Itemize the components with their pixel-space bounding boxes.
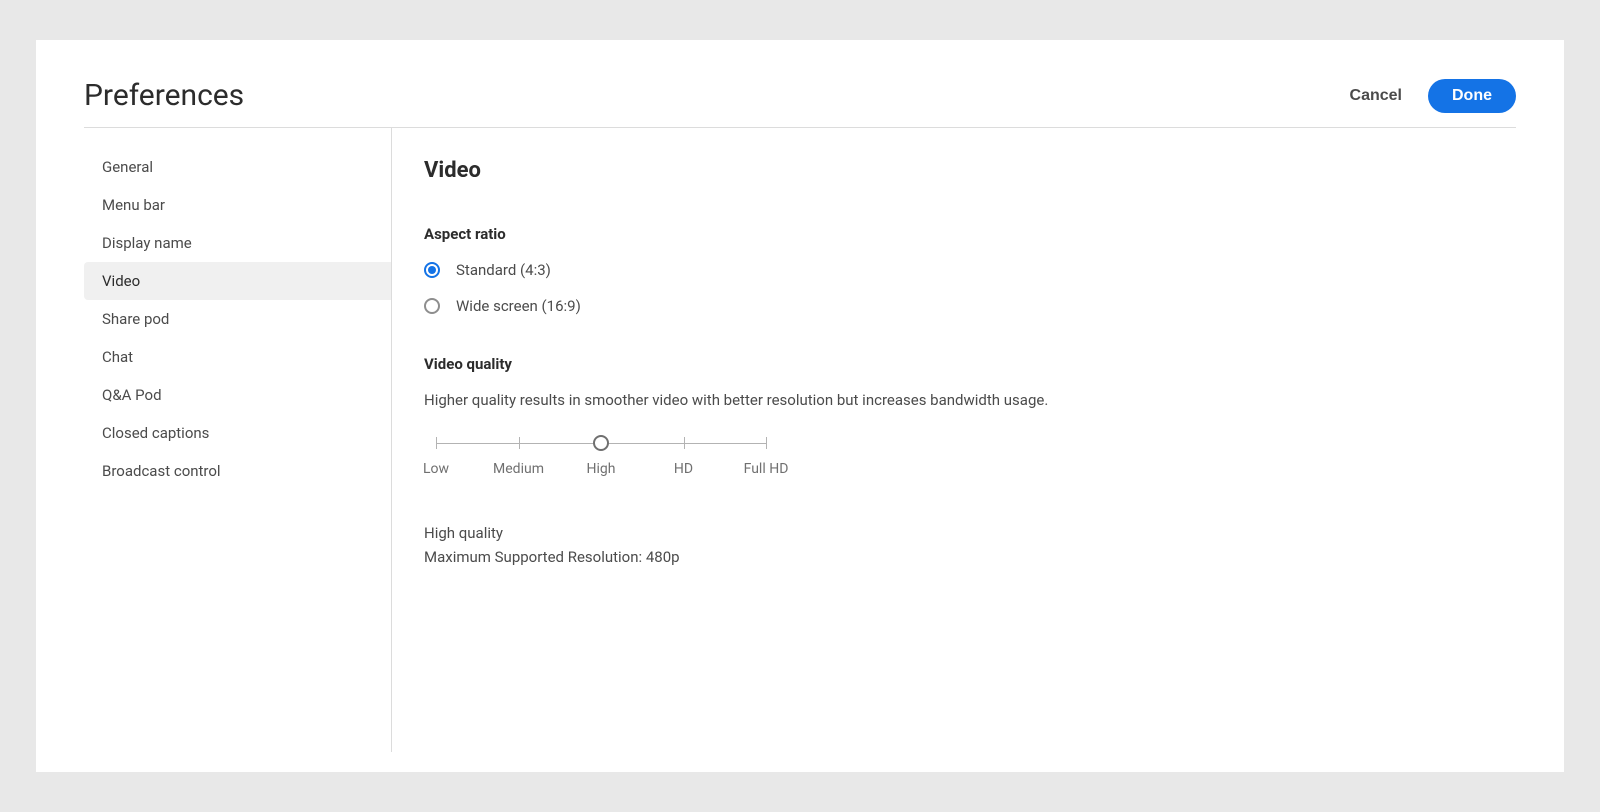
preferences-dialog: Preferences Cancel Done GeneralMenu barD… [36, 40, 1564, 772]
quality-readout: High quality Maximum Supported Resolutio… [424, 521, 1516, 569]
radio-icon [424, 262, 440, 278]
slider-tick [436, 437, 437, 449]
body: GeneralMenu barDisplay nameVideoShare po… [84, 128, 1516, 752]
aspect-ratio-label: Aspect ratio [424, 225, 1516, 243]
sidebar-item-menu-bar[interactable]: Menu bar [84, 186, 391, 224]
header-actions: Cancel Done [1350, 79, 1516, 113]
video-quality-slider[interactable]: LowMediumHighHDFull HD [436, 433, 1516, 481]
sidebar-item-q-a-pod[interactable]: Q&A Pod [84, 376, 391, 414]
content-panel: Video Aspect ratio Standard (4:3) Wide sc… [392, 128, 1516, 752]
slider-thumb[interactable] [593, 435, 609, 451]
radio-label: Standard (4:3) [456, 261, 551, 279]
slider-tick-label: High [587, 461, 616, 477]
slider-tick-label: Low [423, 461, 449, 477]
aspect-ratio-group: Standard (4:3) Wide screen (16:9) [424, 261, 1516, 315]
aspect-ratio-option[interactable]: Standard (4:3) [424, 261, 1516, 279]
sidebar-item-general[interactable]: General [84, 148, 391, 186]
page-title: Preferences [84, 78, 244, 113]
slider-tick-label: HD [674, 461, 693, 477]
header: Preferences Cancel Done [84, 78, 1516, 128]
sidebar-item-closed-captions[interactable]: Closed captions [84, 414, 391, 452]
slider-tick-label: Full HD [744, 461, 789, 477]
aspect-ratio-option[interactable]: Wide screen (16:9) [424, 297, 1516, 315]
sidebar-item-chat[interactable]: Chat [84, 338, 391, 376]
slider-tick [519, 437, 520, 449]
quality-readout-line1: High quality [424, 521, 1516, 545]
sidebar: GeneralMenu barDisplay nameVideoShare po… [84, 128, 392, 752]
video-quality-description: Higher quality results in smoother video… [424, 391, 1516, 409]
slider-tick-label: Medium [493, 461, 544, 477]
sidebar-item-video[interactable]: Video [84, 262, 391, 300]
sidebar-item-broadcast-control[interactable]: Broadcast control [84, 452, 391, 490]
sidebar-item-display-name[interactable]: Display name [84, 224, 391, 262]
quality-readout-line2: Maximum Supported Resolution: 480p [424, 545, 1516, 569]
done-button[interactable]: Done [1428, 79, 1516, 113]
video-quality-label: Video quality [424, 355, 1516, 373]
content-title: Video [424, 158, 1516, 183]
radio-label: Wide screen (16:9) [456, 297, 581, 315]
sidebar-item-share-pod[interactable]: Share pod [84, 300, 391, 338]
slider-tick [684, 437, 685, 449]
cancel-button[interactable]: Cancel [1350, 87, 1402, 105]
radio-icon [424, 298, 440, 314]
slider-tick [766, 437, 767, 449]
